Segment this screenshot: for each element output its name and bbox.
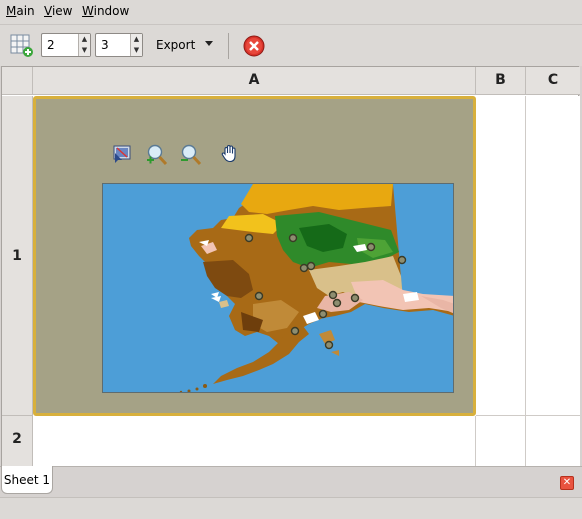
menu-view[interactable]: View: [44, 4, 72, 18]
cols-value: 3: [101, 38, 109, 52]
toolbar-separator: [228, 33, 229, 59]
add-grid-icon[interactable]: [10, 34, 34, 58]
cols-spin-arrows[interactable]: ▲ ▼: [130, 34, 142, 56]
rows-spinbox[interactable]: 2 ▲ ▼: [41, 33, 91, 57]
spin-down-icon[interactable]: ▼: [131, 45, 142, 56]
status-bar: [0, 497, 582, 519]
cell-c1[interactable]: [526, 96, 580, 416]
spin-down-icon[interactable]: ▼: [79, 45, 90, 56]
rows-value: 2: [47, 38, 55, 52]
zoom-in-icon[interactable]: [146, 144, 168, 166]
cell-b2[interactable]: [476, 416, 526, 467]
toolbar: 2 ▲ ▼ 3 ▲ ▼ Export: [0, 24, 582, 66]
corner-header[interactable]: [2, 67, 33, 95]
row-header-2[interactable]: 2: [2, 416, 33, 467]
sheet-tab-bar: Sheet 1 ✕: [0, 466, 582, 497]
export-button[interactable]: Export: [156, 38, 195, 52]
menu-main[interactable]: Main: [6, 4, 35, 18]
cell-a2[interactable]: [33, 416, 476, 467]
zoom-out-icon[interactable]: [180, 144, 202, 166]
spin-up-icon[interactable]: ▲: [79, 34, 90, 45]
sheet-grid: A B C 1 2: [1, 66, 580, 467]
plot-cell-a1[interactable]: [33, 96, 476, 416]
tab-sheet-1[interactable]: Sheet 1: [1, 466, 53, 494]
chevron-down-icon[interactable]: [205, 41, 213, 46]
cols-spinbox[interactable]: 3 ▲ ▼: [95, 33, 143, 57]
alaska-landcover-raster: [179, 184, 453, 392]
pan-hand-icon[interactable]: [220, 144, 240, 164]
close-sheet-icon[interactable]: ✕: [560, 476, 574, 490]
menu-window[interactable]: Window: [82, 4, 129, 18]
alaska-map[interactable]: [102, 183, 454, 393]
select-export-icon[interactable]: [112, 144, 132, 164]
menu-bar: Main View Window: [0, 0, 582, 24]
column-header-b[interactable]: B: [476, 67, 526, 95]
rows-spin-arrows[interactable]: ▲ ▼: [78, 34, 90, 56]
close-icon[interactable]: [243, 35, 265, 57]
cell-b1[interactable]: [476, 96, 526, 416]
row-header-1[interactable]: 1: [2, 96, 33, 416]
column-header-c[interactable]: C: [526, 67, 580, 95]
cell-c2[interactable]: [526, 416, 580, 467]
column-header-a[interactable]: A: [33, 67, 476, 95]
spin-up-icon[interactable]: ▲: [131, 34, 142, 45]
